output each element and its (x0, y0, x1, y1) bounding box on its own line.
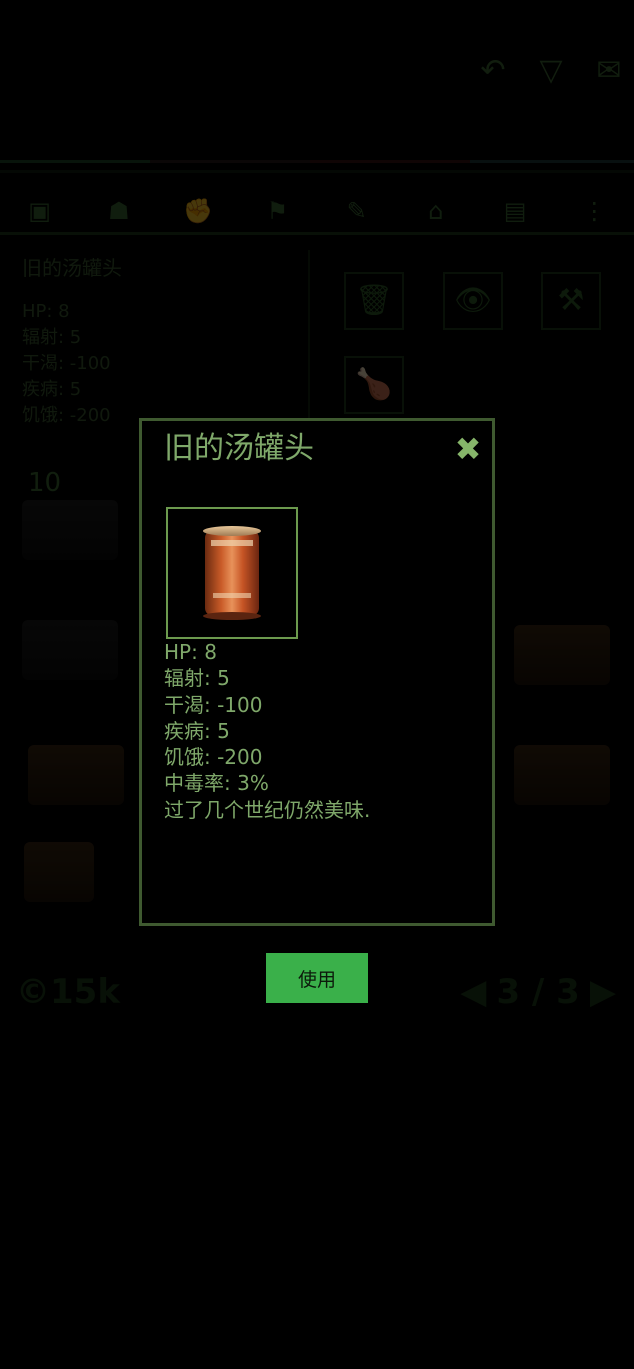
item-description: 过了几个世纪仍然美味. (164, 797, 371, 822)
signal-icon[interactable]: ▽ (531, 55, 571, 87)
tab-inventory[interactable]: ▣ (20, 194, 60, 228)
tab-quests[interactable]: ▤ (495, 194, 535, 228)
item-stats: HP: 8 辐射: 5 干渴: -100 疾病: 5 饥饿: -200 中毒率:… (164, 639, 370, 823)
inventory-slot[interactable] (22, 620, 118, 680)
dismantle-icon[interactable]: ⚒ (541, 272, 601, 330)
trash-icon[interactable]: 🗑 (344, 272, 404, 330)
background-item-name: 旧的汤罐头 (22, 256, 122, 280)
tab-more[interactable]: ⋮ (574, 194, 614, 228)
stat-disease: 疾病: 5 (164, 718, 230, 743)
undo-icon[interactable]: ↶ (473, 55, 513, 87)
stat-hp: HP: 8 (164, 640, 217, 664)
item-detail-dialog: 旧的汤罐头 ✖ HP: 8 辐射: 5 干渴: -100 疾病: 5 饥饿: -… (139, 418, 495, 926)
close-icon[interactable]: ✖ (452, 433, 484, 465)
use-button[interactable]: 使用 (266, 953, 368, 1003)
background-stat: HP: 8 (22, 301, 70, 322)
soup-can-icon (203, 526, 261, 620)
inventory-slot[interactable] (22, 500, 118, 560)
tab-character[interactable]: ☗ (99, 194, 139, 228)
stat-radiation: 辐射: 5 (164, 666, 230, 691)
slot-count: 10 (28, 468, 62, 498)
tab-bar: ▣ ☗ ✊ ⚑ ✎ ⌂ ▤ ⋮ (0, 190, 634, 235)
inspect-icon[interactable]: 👁 (443, 272, 503, 330)
next-page-icon[interactable]: ▶ (590, 972, 616, 1012)
stat-poison: 中毒率: 3% (164, 771, 269, 796)
prev-page-icon[interactable]: ◀ (460, 972, 486, 1012)
tab-craft[interactable]: ✎ (337, 194, 377, 228)
background-stat: 辐射: 5 (22, 327, 82, 348)
background-item-info: 旧的汤罐头 HP: 8 辐射: 5 干渴: -100 疾病: 5 饥饿: -20… (22, 255, 122, 429)
stat-thirst: 干渴: -100 (164, 692, 263, 717)
mail-icon[interactable]: ✉ (589, 55, 629, 87)
tab-skills[interactable]: ✊ (178, 194, 218, 228)
inventory-slot[interactable] (28, 745, 124, 805)
cook-icon[interactable]: 🍗 (344, 356, 404, 414)
coin-balance: ©15k (16, 972, 120, 1012)
pager: ◀ 3 / 3 ▶ (460, 972, 616, 1012)
header-icons: ↶ ▽ ✉ (473, 55, 629, 87)
item-title: 旧的汤罐头 (164, 431, 314, 466)
item-image (166, 507, 298, 639)
stat-hunger: 饥饿: -200 (164, 745, 263, 770)
page-indicator: 3 / 3 (496, 972, 580, 1012)
inventory-slot[interactable] (24, 842, 94, 902)
tab-map[interactable]: ⚑ (257, 194, 297, 228)
tab-base[interactable]: ⌂ (416, 194, 456, 228)
status-bars (0, 160, 634, 176)
background-stat: 疾病: 5 (22, 379, 82, 400)
background-stat: 干渴: -100 (22, 353, 111, 374)
background-stat: 饥饿: -200 (22, 405, 111, 426)
inventory-slot[interactable] (514, 745, 610, 805)
inventory-slot[interactable] (514, 625, 610, 685)
